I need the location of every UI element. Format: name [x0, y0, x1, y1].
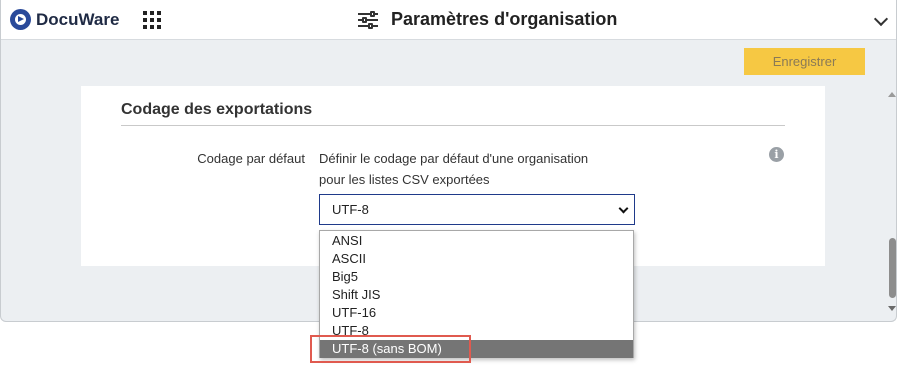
option-utf-8[interactable]: UTF-8: [320, 322, 633, 340]
page-header: Paramètres d'organisation: [358, 9, 617, 30]
section-title: Codage des exportations: [121, 101, 313, 118]
option-ascii[interactable]: ASCII: [320, 250, 633, 268]
section-divider: [121, 125, 785, 126]
save-button[interactable]: Enregistrer: [744, 48, 865, 75]
select-value: UTF-8: [332, 202, 369, 217]
option-shift-jis[interactable]: Shift JIS: [320, 286, 633, 304]
chevron-down-icon: [618, 203, 629, 214]
default-encoding-select[interactable]: UTF-8: [319, 194, 635, 225]
chevron-down-icon[interactable]: [873, 11, 889, 27]
description-line-1: Définir le codage par défaut d'une organ…: [319, 151, 589, 166]
page-title: Paramètres d'organisation: [391, 9, 618, 29]
app-name: DocuWare: [36, 9, 120, 29]
docuware-logo[interactable]: DocuWare: [10, 9, 119, 30]
top-bar: DocuWare Paramètres d'organisation: [1, 0, 896, 40]
description-line-2: pour les listes CSV exportées: [319, 172, 490, 187]
app-grid-icon[interactable]: [143, 11, 163, 31]
encoding-dropdown-list: ANSI ASCII Big5 Shift JIS UTF-16 UTF-8 U…: [319, 230, 634, 358]
scroll-down-arrow-icon[interactable]: [888, 306, 896, 311]
default-encoding-description: Définir le codage par défaut d'une organ…: [319, 148, 639, 190]
default-encoding-label: Codage par défaut: [197, 151, 305, 166]
scroll-up-arrow-icon[interactable]: [888, 92, 896, 97]
option-ansi[interactable]: ANSI: [320, 232, 633, 250]
docuware-logo-icon: [10, 9, 31, 30]
option-big5[interactable]: Big5: [320, 268, 633, 286]
option-utf-16[interactable]: UTF-16: [320, 304, 633, 322]
option-utf-8-sans-bom[interactable]: UTF-8 (sans BOM): [320, 340, 633, 358]
scrollbar-thumb[interactable]: [889, 238, 896, 298]
settings-sliders-icon: [358, 10, 378, 29]
info-icon[interactable]: i: [769, 147, 784, 162]
